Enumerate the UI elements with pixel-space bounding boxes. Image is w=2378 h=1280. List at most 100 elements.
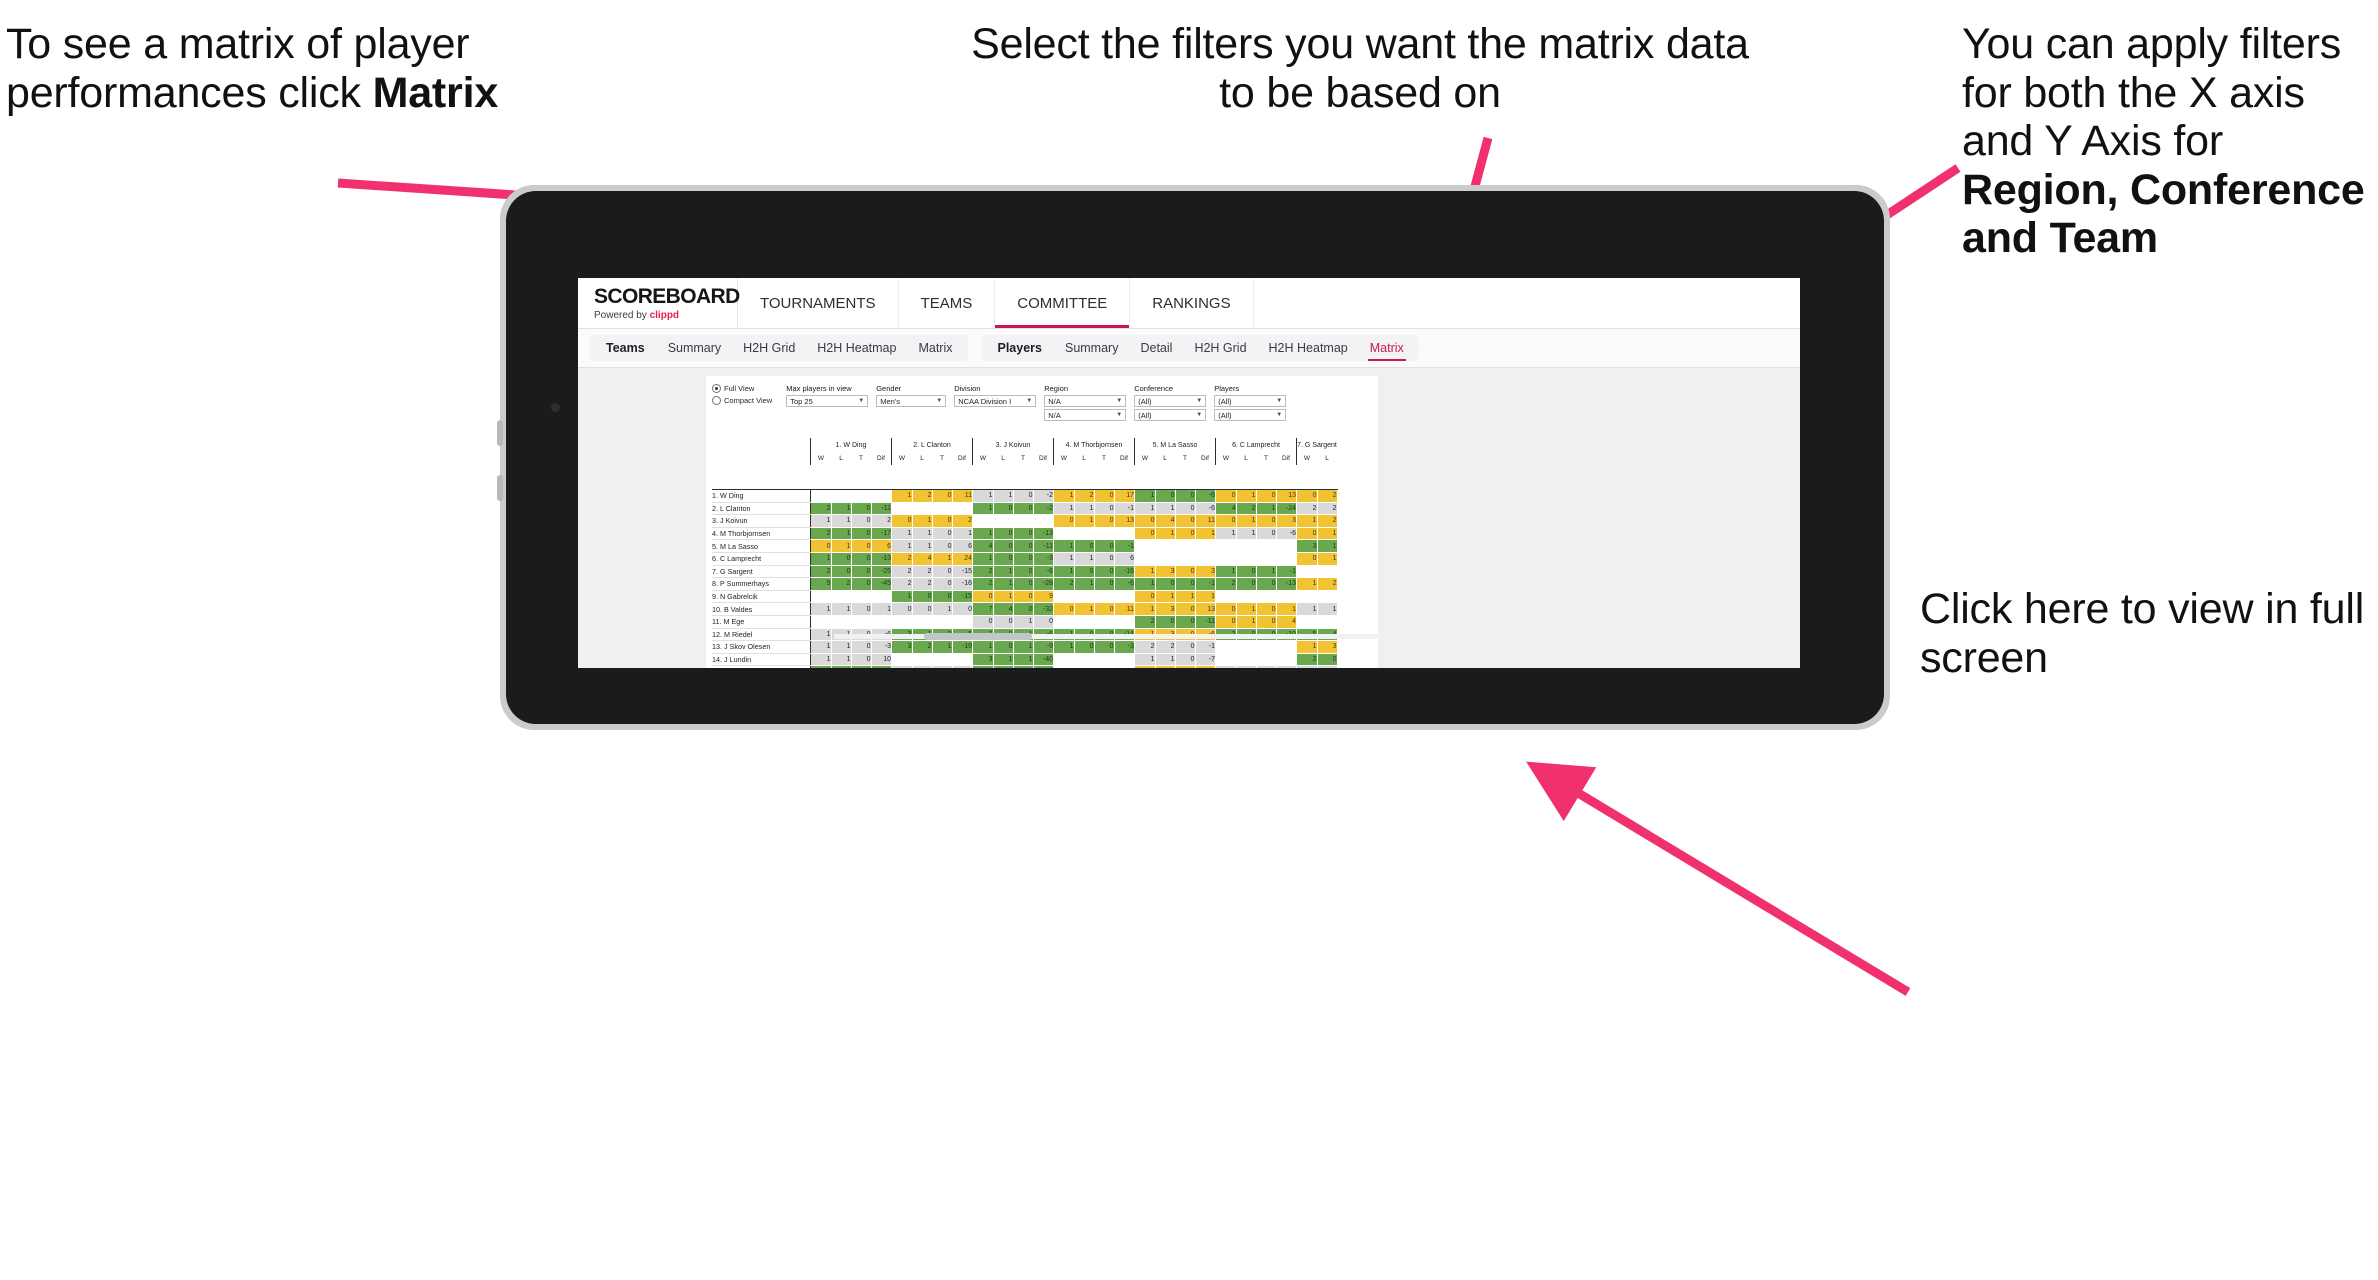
matrix-cell[interactable]: 1 <box>1255 501 1277 516</box>
matrix-cell[interactable]: 0 <box>1174 526 1196 541</box>
matrix-cell[interactable]: 2 <box>1134 640 1156 654</box>
matrix-cell[interactable]: 0 <box>1134 514 1156 528</box>
matrix-cell[interactable]: 3 <box>1316 640 1338 654</box>
matrix-cell[interactable] <box>1296 614 1318 629</box>
matrix-cell[interactable]: 1 <box>1154 501 1176 516</box>
matrix-cell[interactable] <box>1235 640 1257 654</box>
matrix-cell[interactable]: 0 <box>1134 589 1156 604</box>
matrix-cell[interactable]: 1 <box>931 602 953 616</box>
matrix-cell[interactable]: 2 <box>1296 501 1318 516</box>
matrix-cell[interactable]: 0 <box>931 577 953 591</box>
matrix-cell[interactable]: 1 <box>830 539 852 553</box>
matrix-cell[interactable] <box>850 489 872 503</box>
matrix-cell[interactable]: 2 <box>891 551 913 566</box>
matrix-cell[interactable]: 4 <box>1215 501 1237 516</box>
matrix-cell[interactable]: -40 <box>1032 652 1054 667</box>
matrix-cell[interactable]: 0 <box>951 602 973 616</box>
table-row[interactable]: 13. J Skov Olesen 1 1 0 -3 3 2 1 -19 1 0 1 -9 1 0 0 -3 2 2… <box>712 640 1338 654</box>
matrix-cell[interactable] <box>1032 514 1054 528</box>
matrix-cell[interactable] <box>850 589 872 604</box>
matrix-cell[interactable]: 0 <box>1174 577 1196 591</box>
matrix-cell[interactable]: -7 <box>1194 652 1216 667</box>
table-row[interactable]: 15. P Maichon210-19110-19210-170204110-7… <box>712 665 1338 668</box>
matrix-cell[interactable]: 1 <box>1296 640 1318 654</box>
matrix-cell[interactable]: 0 <box>1296 551 1318 566</box>
table-row[interactable]: 10. B Valdes 1 1 0 1 0 0 1 0 7 4 0 -32 0 1 0 11 1 3 0 13 0 1 0 1… <box>712 602 1338 616</box>
matrix-cell[interactable]: 0 <box>1093 640 1115 654</box>
matrix-cell[interactable] <box>1194 551 1216 566</box>
table-row[interactable]: 7. G Sargent 2 0 0 -25 2 2 0 -15 2 1 0 -6 1 0 0 -16 1 3 0 3 1… <box>712 564 1338 579</box>
matrix-cell[interactable] <box>911 501 933 516</box>
matrix-col-header[interactable]: 3. J Koivun <box>972 438 1054 452</box>
matrix-cell[interactable]: 0 <box>1012 551 1034 566</box>
matrix-cell[interactable] <box>1316 614 1338 629</box>
matrix-cell[interactable]: 1 <box>911 514 933 528</box>
matrix-col-header[interactable]: 6. C Lamprecht <box>1215 438 1297 452</box>
matrix-row-label[interactable]: 12. M Riedel <box>712 628 811 642</box>
matrix-cell[interactable]: 0 <box>992 614 1014 629</box>
matrix-cell[interactable]: 2 <box>1316 577 1338 591</box>
matrix-cell[interactable]: 1 <box>911 539 933 553</box>
matrix-cell[interactable]: 0 <box>1053 602 1075 616</box>
matrix-cell[interactable] <box>1093 614 1115 629</box>
matrix-cell[interactable] <box>1235 589 1257 604</box>
matrix-cell[interactable]: 1 <box>931 551 953 566</box>
matrix-row-label[interactable]: 6. C Lamprecht <box>712 552 811 566</box>
matrix-cell[interactable]: 0 <box>850 652 872 667</box>
table-row[interactable]: 9. N Gabrelcik 1 0 0 -15 0 1 0 9 0 1 1 1 <box>712 589 1338 604</box>
matrix-cell[interactable] <box>1174 551 1196 566</box>
matrix-cell[interactable]: 1 <box>972 640 994 654</box>
matrix-cell[interactable]: 0 <box>850 514 872 528</box>
matrix-row-label[interactable]: 5. M La Sasso <box>712 539 811 553</box>
matrix-cell[interactable]: 3 <box>1194 564 1216 579</box>
topnav-committee[interactable]: COMMITTEE <box>995 278 1131 328</box>
matrix-cell[interactable] <box>1073 652 1095 667</box>
matrix-cell[interactable]: 1 <box>1012 614 1034 629</box>
matrix-cell[interactable]: 3 <box>972 652 994 667</box>
matrix-cell[interactable]: 0 <box>1093 514 1115 528</box>
matrix-cell[interactable]: 0 <box>1012 539 1034 553</box>
matrix-cell[interactable]: -1 <box>1194 640 1216 654</box>
matrix-cell[interactable]: 0 <box>1174 652 1196 667</box>
region-select-x[interactable]: N/A ▼ <box>1044 395 1127 407</box>
matrix-cell[interactable]: 11 <box>1194 514 1216 528</box>
matrix-cell[interactable]: 0 <box>1235 564 1257 579</box>
matrix-cell[interactable]: 0 <box>891 514 913 528</box>
matrix-cell[interactable]: 6 <box>951 539 973 553</box>
matrix-cell[interactable] <box>870 589 892 604</box>
matrix-cell[interactable] <box>1093 526 1115 541</box>
matrix-cell[interactable]: 6 <box>870 539 892 553</box>
matrix-cell[interactable]: -6 <box>1113 577 1135 591</box>
matrix-cell[interactable]: 0 <box>850 539 872 553</box>
matrix-cell[interactable] <box>1275 652 1297 667</box>
matrix-cell[interactable]: 7 <box>972 602 994 616</box>
matrix-cell[interactable]: 1 <box>1316 539 1338 553</box>
matrix-cell[interactable]: -6 <box>1194 501 1216 516</box>
chevron-down-icon[interactable]: ▼ <box>858 398 864 404</box>
matrix-cell[interactable]: 0 <box>1012 501 1034 516</box>
matrix-row-label[interactable]: 11. M Ege <box>712 615 811 629</box>
matrix-cell[interactable]: 0 <box>1093 551 1115 566</box>
matrix-cell[interactable]: 0 <box>1174 640 1196 654</box>
matrix-cell[interactable]: 1 <box>1134 564 1156 579</box>
matrix-cell[interactable]: 2 <box>810 665 832 668</box>
matrix-row-label[interactable]: 14. J Lundin <box>712 653 811 667</box>
matrix-cell[interactable]: 0 <box>1012 526 1034 541</box>
matrix-cell[interactable]: 11 <box>951 489 973 503</box>
horizontal-scrollbar[interactable] <box>834 632 1378 640</box>
matrix-cell[interactable]: -11 <box>870 501 892 516</box>
matrix-cell[interactable]: 0 <box>1073 640 1095 654</box>
matrix-cell[interactable]: 2 <box>1053 577 1075 591</box>
matrix-cell[interactable]: 1 <box>1154 589 1176 604</box>
matrix-cell[interactable]: 0 <box>850 602 872 616</box>
matrix-cell[interactable]: -1 <box>1275 564 1297 579</box>
topnav-tournaments[interactable]: TOURNAMENTS <box>738 278 899 328</box>
matrix-cell[interactable]: 1 <box>951 526 973 541</box>
matrix-cell[interactable]: 1 <box>891 665 913 668</box>
matrix-cell[interactable] <box>1073 526 1095 541</box>
topnav-rankings[interactable]: RANKINGS <box>1130 278 1254 328</box>
matrix-cell[interactable]: 2 <box>911 640 933 654</box>
scrollbar-track[interactable] <box>834 634 1378 639</box>
matrix-cell[interactable]: 0 <box>1215 514 1237 528</box>
matrix-cell[interactable]: 1 <box>931 640 953 654</box>
